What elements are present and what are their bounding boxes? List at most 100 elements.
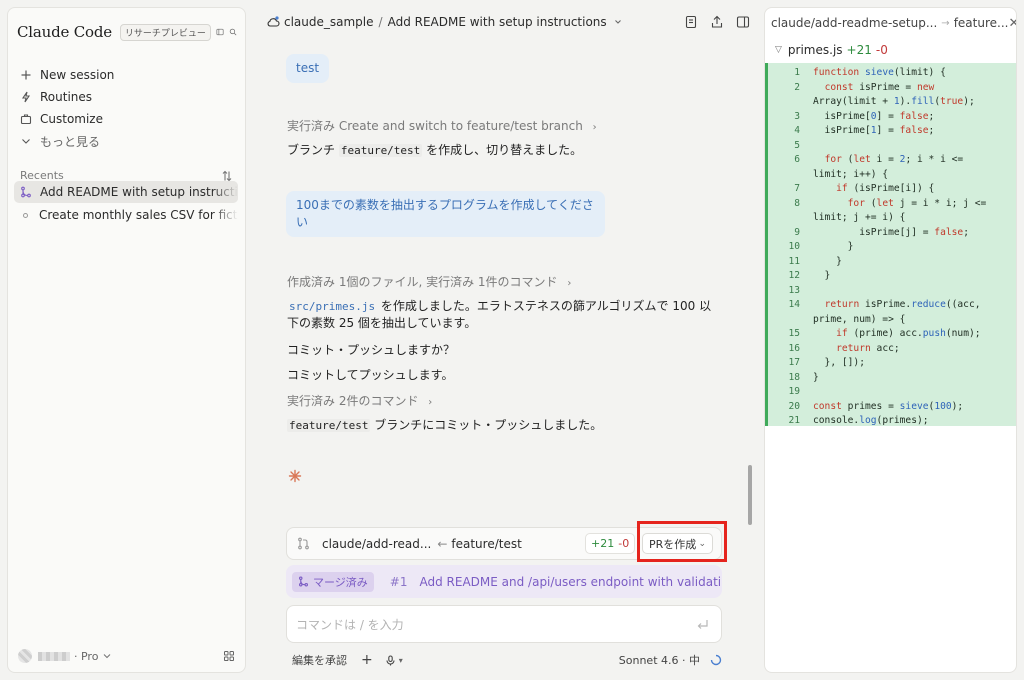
customize-button[interactable]: Customize [20,108,235,130]
additions-count: +21 [591,537,615,550]
file-header[interactable]: ▽ primes.js +21 -0 [775,41,888,59]
command-input[interactable] [296,615,676,635]
sidebar-nav: New session Routines Customize もっと見る [20,64,235,152]
line-number: 2 [794,81,800,93]
composer-toolbar: 編集を承認 + ▾ Sonnet 4.6 · 中 [292,652,722,668]
target-branch: feature/test [451,536,522,551]
customize-label: Customize [40,112,103,126]
create-pr-button[interactable]: PRを作成 ⌄ [642,533,713,554]
repo-name[interactable]: claude_sample [284,15,374,29]
recent-session-item[interactable]: Create monthly sales CSV for fictional [14,204,238,226]
chevron-down-icon[interactable]: ⌄ [698,539,706,549]
send-icon[interactable] [696,618,709,631]
merged-pr-banner[interactable]: マージ済み #1 Add README and /api/users endpo… [286,565,722,598]
chevron-down-icon [104,654,111,659]
app-title: Claude Code [17,23,112,41]
assistant-message: feature/test ブランチにコミット・プッシュしました。 [287,418,603,432]
code-text: isPrime[j] = false; [813,226,969,238]
user-message: test [286,54,330,83]
tool-summary[interactable]: 実行済み Create and switch to feature/test b… [287,117,597,134]
code-text: limit; i++) { [813,168,889,180]
model-selector[interactable]: Sonnet 4.6 · 中 [619,652,700,668]
chevron-down-icon[interactable] [613,17,623,27]
more-label: もっと見る [40,134,101,149]
chevron-down-icon: ▽ [775,45,782,55]
new-session-button[interactable]: New session [20,64,235,86]
session-header: claude_sample / Add README with setup in… [266,12,750,32]
source-branch: claude/add-read... [322,536,432,551]
document-icon[interactable] [684,15,698,29]
code-text: const isPrime = new [824,81,935,93]
chevron-down-icon[interactable]: ▾ [399,656,403,665]
new-session-label: New session [40,68,115,82]
line-number: 13 [788,284,800,296]
briefcase-icon [20,114,32,125]
preview-badge: リサーチプレビュー [119,23,211,41]
code-text: } [813,371,819,383]
deletions-count: -0 [618,537,630,550]
tool-summary[interactable]: 作成済み 1個のファイル, 実行済み 1件のコマンド › [287,273,571,290]
file-name: primes.js [787,43,843,57]
plus-icon [21,70,31,80]
tool-summary[interactable]: 実行済み 2件のコマンド › [287,392,432,409]
code-text: for (let j = i * i; j <= [847,197,987,209]
assistant-message: src/primes.js を作成しました。エラトステネスの篩アルゴリズムで 1… [287,299,712,330]
diff-stats[interactable]: +21 -0 [585,533,636,554]
create-pr-label: PRを作成 [649,537,697,551]
panel-target-branch: feature... [953,16,1009,30]
code-text: return isPrime.reduce((acc, [824,299,981,310]
assistant-message: コミット・プッシュしますか？ [287,343,456,357]
session-title[interactable]: Add README with setup instructions [388,15,607,29]
claude-spark-icon [288,469,302,483]
line-number: 15 [788,328,800,339]
sort-icon[interactable] [221,170,233,182]
add-attachment-button[interactable]: + [361,652,373,668]
more-button[interactable]: もっと見る [20,130,235,152]
sidebar-toggle-icon[interactable] [216,25,224,39]
code-text: } [813,270,831,281]
assistant-message: ブランチ feature/test を作成し、切り替えました。 [287,143,583,157]
search-icon[interactable] [229,25,237,39]
arrow-right-icon: → [941,17,950,29]
microphone-icon[interactable] [385,654,396,666]
line-number: 1 [794,67,800,78]
diff-panel: claude/add-readme-setup... → feature... … [764,7,1017,673]
line-number: 7 [794,183,800,194]
line-number: 17 [788,357,800,368]
branch-bar: claude/add-read... ← feature/test +21 -0… [286,527,722,560]
line-number: 8 [794,197,800,209]
code-text: console.log(primes); [813,415,929,426]
accept-edits-button[interactable]: 編集を承認 [292,652,347,668]
panel-layout-icon[interactable] [736,15,750,29]
line-number: 10 [788,241,800,252]
routines-button[interactable]: Routines [20,86,235,108]
redacted-username [38,651,70,661]
file-link[interactable]: src/primes.js [287,300,377,313]
recent-session-item[interactable]: Add README with setup instructions [14,181,238,203]
sidebar: Claude Code リサーチプレビュー New session Routin… [7,7,246,673]
cloud-icon [267,16,280,27]
command-input-box [286,605,722,643]
share-icon[interactable] [710,15,724,29]
code-text: isPrime[1] = false; [813,125,935,136]
code-diff: 1 function sieve(limit) { 2 const isPrime … [765,63,1016,426]
user-message: 100までの素数を抽出するプログラムを作成してください [286,191,605,237]
code-text: function sieve(limit) { [813,67,946,78]
line-number: 21 [788,415,800,426]
account-menu[interactable]: · Pro [18,648,235,664]
avatar [18,649,32,663]
apps-grid-icon[interactable] [223,650,235,662]
routines-icon [21,91,31,103]
code-text: isPrime[0] = false; [813,110,935,122]
line-number: 11 [788,255,800,267]
code-text: limit; j += i) { [813,212,906,223]
pull-request-icon [298,537,309,550]
code-text: for (let i = 2; i * i <= [824,154,964,165]
line-number: 12 [788,270,800,281]
scrollbar-thumb[interactable] [748,465,752,525]
routines-label: Routines [40,90,93,104]
main-area: claude_sample / Add README with setup in… [246,0,764,680]
line-number: 20 [788,400,800,412]
code-text: } [813,255,842,267]
close-icon[interactable]: ✕ [1008,16,1016,31]
